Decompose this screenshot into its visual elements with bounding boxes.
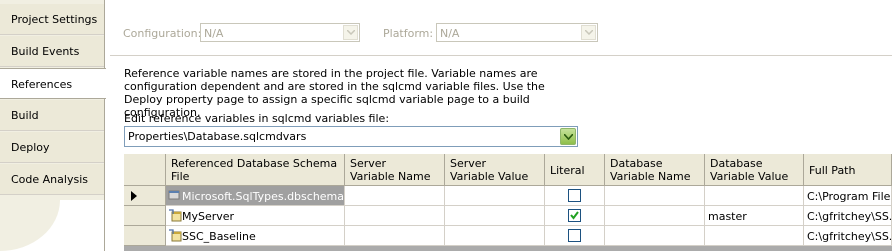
chevron-down-icon[interactable] <box>343 25 358 40</box>
column-header-server-variable-value[interactable]: Server Variable Value <box>445 154 545 186</box>
column-header-label: Referenced Database Schema File <box>171 157 338 183</box>
literal-checkbox[interactable] <box>568 209 581 222</box>
column-header-label: Full Path <box>809 164 856 177</box>
chevron-down-icon[interactable] <box>581 25 596 40</box>
cell-full-path[interactable]: C:\gfritchey\SS... <box>804 206 892 226</box>
check-mark-icon <box>570 211 579 220</box>
column-header-schema-file[interactable]: Referenced Database Schema File <box>166 154 345 186</box>
tab-build-events[interactable]: Build Events <box>0 36 104 67</box>
cell-text: C:\Program Files... <box>807 190 891 203</box>
cell-server-variable-value[interactable] <box>445 206 545 226</box>
row-header[interactable] <box>124 206 166 226</box>
edit-variables-label: Edit reference variables in sqlcmd varia… <box>124 112 390 125</box>
tab-separator <box>104 0 105 251</box>
cell-server-variable-name[interactable] <box>345 226 445 246</box>
literal-checkbox[interactable] <box>568 189 581 202</box>
cell-database-variable-value[interactable] <box>705 226 804 246</box>
cell-server-variable-value[interactable] <box>445 186 545 206</box>
column-header-label: Literal <box>550 164 585 177</box>
cell-text: C:\gfritchey\SS... <box>807 230 892 243</box>
cell-server-variable-name[interactable] <box>345 186 445 206</box>
cell-database-variable-name[interactable] <box>605 226 705 246</box>
cell-database-variable-name[interactable] <box>605 186 705 206</box>
cell-schema-file[interactable]: SSC_Baseline <box>166 226 345 246</box>
column-header-label: Server Variable Value <box>450 157 529 183</box>
current-row-arrow-icon <box>131 191 137 201</box>
cell-literal <box>545 206 605 226</box>
tab-build[interactable]: Build <box>0 100 104 131</box>
configuration-dropdown[interactable]: N/A <box>200 23 360 42</box>
grid-corner <box>124 154 166 186</box>
cell-full-path[interactable]: C:\gfritchey\SS... <box>804 226 892 246</box>
literal-checkbox[interactable] <box>568 229 581 242</box>
tab-label: Build Events <box>11 45 80 58</box>
database-reference-icon <box>169 229 182 242</box>
cell-database-variable-name[interactable] <box>605 206 705 226</box>
platform-value: N/A <box>440 27 460 40</box>
column-header-label: Server Variable Name <box>350 157 431 183</box>
tab-code-analysis[interactable]: Code Analysis <box>0 164 104 195</box>
row-header-current[interactable] <box>124 186 166 206</box>
column-header-full-path[interactable]: Full Path <box>804 154 892 186</box>
sqlcmd-file-dropdown[interactable]: Properties\Database.sqlcmdvars <box>124 126 578 147</box>
tab-strip-curve <box>0 200 105 251</box>
column-header-server-variable-name[interactable]: Server Variable Name <box>345 154 445 186</box>
cell-literal <box>545 226 605 246</box>
cell-schema-file[interactable]: Microsoft.SqlTypes.dbschema <box>166 186 345 206</box>
config-divider <box>110 55 892 56</box>
cell-text: C:\gfritchey\SS... <box>807 210 892 223</box>
chevron-down-icon[interactable] <box>560 128 576 145</box>
cell-full-path[interactable]: C:\Program Files... <box>804 186 892 206</box>
platform-label: Platform: <box>383 27 434 40</box>
schema-file-name: Microsoft.SqlTypes.dbschema <box>182 190 345 203</box>
schema-file-name: SSC_Baseline <box>182 230 256 243</box>
tab-label: Deploy <box>11 141 50 154</box>
tab-project-settings[interactable]: Project Settings <box>0 4 104 35</box>
property-tabs: Project Settings Build Events References… <box>0 0 106 251</box>
references-grid[interactable]: Referenced Database Schema File Server V… <box>124 154 892 251</box>
column-header-database-variable-value[interactable]: Database Variable Value <box>705 154 804 186</box>
tab-label: Code Analysis <box>11 173 88 186</box>
cell-schema-file[interactable]: MyServer <box>166 206 345 226</box>
cell-database-variable-value[interactable]: master <box>705 206 804 226</box>
database-icon <box>168 190 180 200</box>
database-reference-icon <box>169 209 182 222</box>
cell-text: master <box>708 210 747 223</box>
column-header-label: Database Variable Value <box>710 157 789 183</box>
schema-file-name: MyServer <box>182 210 235 223</box>
cell-server-variable-name[interactable] <box>345 206 445 226</box>
tab-label: Build <box>11 109 39 122</box>
cell-server-variable-value[interactable] <box>445 226 545 246</box>
column-header-label: Database Variable Name <box>610 157 691 183</box>
tab-references[interactable]: References <box>0 68 106 99</box>
row-header[interactable] <box>124 226 166 246</box>
platform-dropdown[interactable]: N/A <box>436 23 598 42</box>
tab-label: Project Settings <box>11 13 98 26</box>
configuration-label: Configuration: <box>123 27 202 40</box>
cell-database-variable-value[interactable] <box>705 186 804 206</box>
configuration-value: N/A <box>204 27 224 40</box>
sqlcmd-file-value: Properties\Database.sqlcmdvars <box>128 130 307 143</box>
cell-literal <box>545 186 605 206</box>
tab-label: References <box>11 78 73 91</box>
tab-deploy[interactable]: Deploy <box>0 132 104 163</box>
column-header-literal[interactable]: Literal <box>545 154 605 186</box>
column-header-database-variable-name[interactable]: Database Variable Name <box>605 154 705 186</box>
